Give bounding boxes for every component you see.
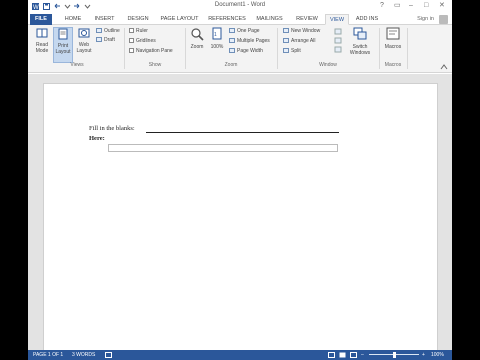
zoom-slider-thumb[interactable] — [392, 352, 396, 358]
one-page-icon — [229, 28, 235, 33]
window-group-label: Window — [319, 62, 337, 68]
zoom-100-icon: 1 — [212, 27, 222, 40]
multiple-pages-button[interactable]: Multiple Pages — [229, 38, 270, 45]
side-by-side-icons[interactable] — [334, 28, 342, 54]
web-layout-button[interactable]: Web Layout — [74, 27, 94, 54]
outline-icon — [96, 28, 102, 33]
ruler-checkbox[interactable]: Ruler — [129, 28, 148, 35]
tab-references[interactable]: REFERENCES — [207, 14, 247, 25]
page-width-icon — [229, 48, 235, 53]
zoom-in-button[interactable]: + — [422, 350, 425, 360]
new-window-icon — [283, 28, 289, 33]
read-mode-label: Read Mode — [35, 42, 49, 54]
ribbon-display-button[interactable]: ▭ — [394, 2, 401, 10]
zoom-button[interactable]: Zoom — [188, 27, 206, 50]
switch-windows-icon — [353, 27, 367, 40]
zoom-group-label: Zoom — [224, 62, 238, 68]
close-button[interactable]: ✕ — [439, 2, 445, 10]
tab-add-ins[interactable]: ADD INS — [353, 14, 381, 25]
outline-button[interactable]: Outline — [96, 28, 120, 35]
arrange-all-icon — [283, 38, 289, 43]
word-window: W Document1 - Word ? ▭ – □ ✕ FILE HOME I… — [28, 0, 452, 360]
document-page[interactable]: Fill in the blanks: Here: — [43, 83, 438, 353]
views-group-label: Views — [70, 62, 84, 68]
switch-windows-label: Switch Windows — [349, 44, 371, 56]
document-text[interactable]: Fill in the blanks: Here: — [89, 125, 135, 142]
ribbon-tabs: FILE HOME INSERT DESIGN PAGE LAYOUT REFE… — [28, 13, 452, 25]
web-layout-icon — [78, 28, 90, 38]
show-group-label: Show — [148, 62, 162, 68]
navigation-pane-checkbox[interactable]: Navigation Pane — [129, 48, 173, 55]
print-layout-label: Print Layout — [55, 43, 71, 55]
group-separator — [407, 28, 408, 69]
avatar[interactable] — [439, 15, 448, 24]
window-title: Document1 - Word — [214, 2, 266, 8]
answer-field[interactable] — [108, 144, 338, 152]
tab-view[interactable]: VIEW — [325, 14, 349, 25]
web-layout-status-icon[interactable] — [350, 352, 357, 358]
sign-in-link[interactable]: Sign in — [417, 16, 434, 22]
read-mode-status-icon[interactable] — [328, 352, 335, 358]
title-bar: W Document1 - Word ? ▭ – □ ✕ — [28, 0, 452, 13]
tab-mailings[interactable]: MAILINGS — [252, 14, 287, 25]
macros-label: Macros — [384, 44, 402, 50]
page-count[interactable]: PAGE 1 OF 1 — [33, 350, 63, 360]
word-count[interactable]: 3 WORDS — [72, 350, 95, 360]
collapse-ribbon-icon[interactable] — [440, 64, 448, 70]
zoom-100-label: 100% — [210, 44, 224, 50]
ribbon-view: Read Mode Print Layout Web Layout Outlin… — [28, 25, 452, 73]
help-button[interactable]: ? — [380, 2, 384, 10]
web-layout-label: Web Layout — [76, 42, 92, 54]
minimize-button[interactable]: – — [409, 2, 413, 10]
switch-windows-button[interactable]: Switch Windows — [346, 27, 374, 56]
split-icon — [283, 48, 289, 53]
zoom-percent[interactable]: 100% — [431, 350, 444, 360]
read-mode-icon — [36, 28, 48, 38]
document-line-2: Here: — [89, 135, 105, 142]
page-width-button[interactable]: Page Width — [229, 48, 263, 55]
macros-button[interactable]: Macros — [382, 27, 404, 50]
document-area: Fill in the blanks: Here: — [28, 74, 452, 353]
split-button[interactable]: Split — [283, 48, 301, 55]
proofing-icon[interactable] — [105, 352, 112, 358]
zoom-out-button[interactable]: – — [361, 350, 364, 360]
svg-text:1: 1 — [214, 32, 217, 38]
magnifier-icon — [191, 28, 204, 41]
macros-icon — [386, 27, 400, 40]
tab-review[interactable]: REVIEW — [292, 14, 322, 25]
new-window-button[interactable]: New Window — [283, 28, 320, 35]
arrange-all-button[interactable]: Arrange All — [283, 38, 315, 45]
tab-home[interactable]: HOME — [61, 14, 85, 25]
document-line-1: Fill in the blanks: — [89, 125, 135, 132]
maximize-button[interactable]: □ — [424, 2, 428, 10]
print-layout-button[interactable]: Print Layout — [53, 27, 73, 63]
print-layout-icon — [58, 28, 68, 40]
tab-design[interactable]: DESIGN — [124, 14, 152, 25]
blank-line — [146, 132, 339, 133]
print-layout-status-icon[interactable] — [339, 352, 346, 358]
macros-group-label: Macros — [384, 62, 402, 68]
zoom-100-button[interactable]: 1 100% — [208, 27, 226, 50]
zoom-label: Zoom — [190, 44, 204, 50]
status-bar: PAGE 1 OF 1 3 WORDS – + 100% — [28, 350, 452, 360]
one-page-button[interactable]: One Page — [229, 28, 260, 35]
tab-file[interactable]: FILE — [30, 14, 52, 25]
read-mode-button[interactable]: Read Mode — [32, 27, 52, 54]
multiple-pages-icon — [229, 38, 235, 43]
group-separator — [124, 28, 125, 69]
draft-icon — [96, 37, 102, 42]
tab-insert[interactable]: INSERT — [91, 14, 118, 25]
gridlines-checkbox[interactable]: Gridlines — [129, 38, 156, 45]
tab-page-layout[interactable]: PAGE LAYOUT — [158, 14, 201, 25]
draft-button[interactable]: Draft — [96, 37, 115, 44]
